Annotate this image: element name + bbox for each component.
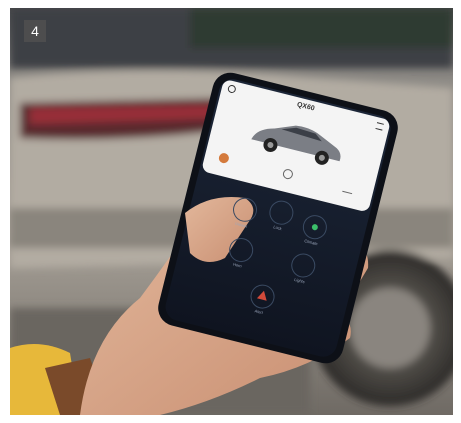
- figure-number-badge: 4: [24, 20, 46, 42]
- lights-button[interactable]: Lights: [288, 250, 318, 284]
- horn-label: Horn: [232, 261, 243, 269]
- warning-icon: [256, 289, 269, 301]
- lights-label: Lights: [293, 276, 306, 285]
- alert-button[interactable]: Alert: [247, 282, 278, 315]
- climate-active-icon: [311, 223, 319, 231]
- photo: QX60 Unlock Lock Climate Horn Lights Ale…: [10, 8, 453, 415]
- climate-button[interactable]: Climate: [300, 212, 330, 246]
- clock-icon: [281, 168, 294, 181]
- vehicle-image: [251, 125, 341, 165]
- unlock-button[interactable]: Unlock: [230, 195, 260, 229]
- lock-button[interactable]: Lock: [266, 198, 296, 231]
- status-icon: [342, 183, 355, 195]
- horn-button[interactable]: Horn: [226, 235, 256, 269]
- alert-label: Alert: [254, 308, 264, 316]
- figure-frame: QX60 Unlock Lock Climate Horn Lights Ale…: [0, 0, 461, 423]
- lock-label: Lock: [272, 224, 283, 232]
- unlock-label: Unlock: [234, 220, 248, 229]
- fuel-icon: [217, 152, 230, 165]
- climate-label: Climate: [303, 238, 319, 247]
